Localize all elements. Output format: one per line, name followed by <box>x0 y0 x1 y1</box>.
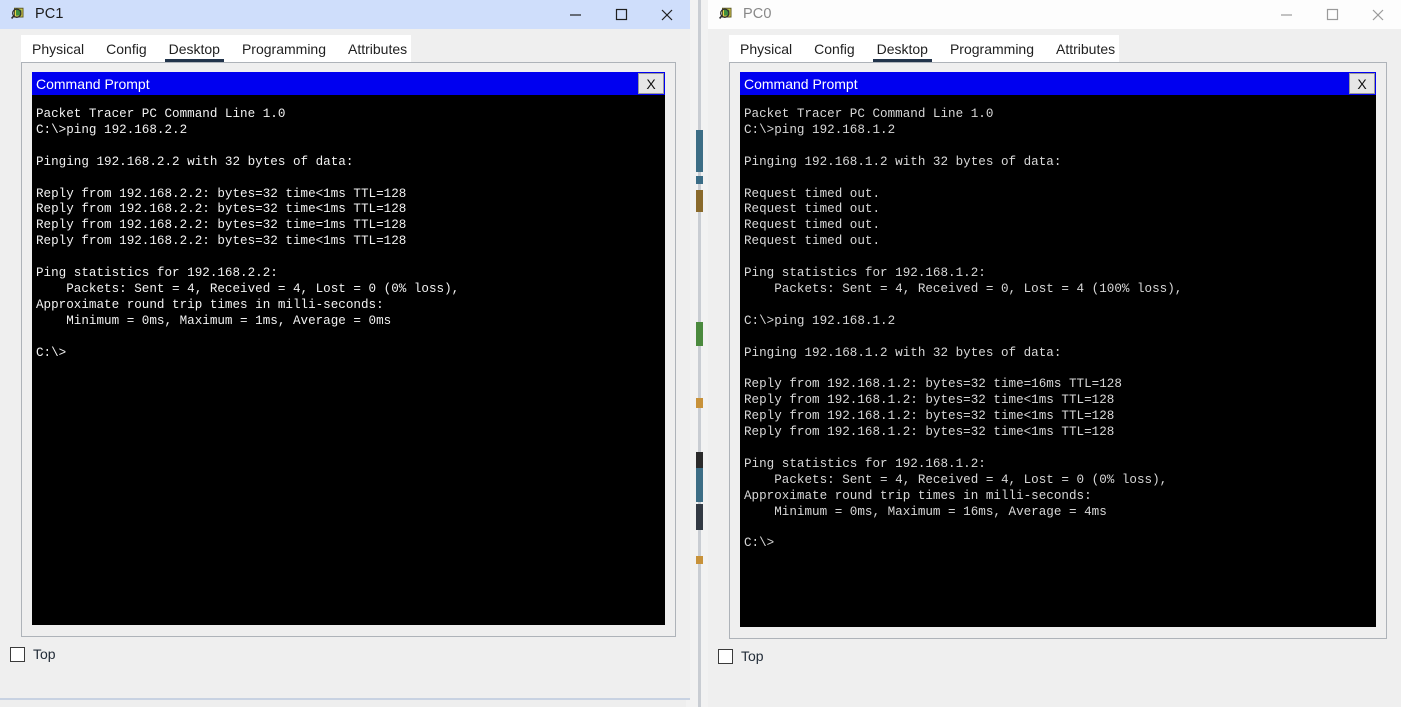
titlebar-pc0[interactable]: PC0 <box>708 0 1401 29</box>
window-title: PC0 <box>743 6 772 23</box>
minimize-button[interactable] <box>552 0 598 29</box>
tabstrip-pc0: Physical Config Desktop Programming Attr… <box>729 35 1119 62</box>
tab-physical[interactable]: Physical <box>21 35 95 62</box>
tabstrip-wrap-pc0: Physical Config Desktop Programming Attr… <box>708 29 1401 62</box>
tab-attributes[interactable]: Attributes <box>1045 35 1126 62</box>
tab-desktop[interactable]: Desktop <box>158 35 231 62</box>
command-prompt-close-button[interactable]: X <box>1349 73 1375 94</box>
top-checkbox-label: Top <box>33 646 56 662</box>
tabstrip-wrap-pc1: Physical Config Desktop Programming Attr… <box>0 29 690 62</box>
command-prompt-close-button[interactable]: X <box>638 73 664 94</box>
footer-pc1: Top <box>0 637 690 662</box>
screen: PC1 Physical Config Desktop Programming … <box>0 0 1401 707</box>
command-prompt-title: Command Prompt <box>744 75 858 92</box>
desktop-panel-pc1: Command Prompt X Packet Tracer PC Comman… <box>21 62 676 637</box>
maximize-button[interactable] <box>1309 0 1355 29</box>
window-controls <box>1263 0 1401 29</box>
tab-config[interactable]: Config <box>95 35 157 62</box>
close-button[interactable] <box>1355 0 1401 29</box>
window-controls <box>552 0 690 29</box>
packet-tracer-device-icon <box>10 6 28 24</box>
tab-programming[interactable]: Programming <box>939 35 1045 62</box>
tab-programming[interactable]: Programming <box>231 35 337 62</box>
titlebar-pc1[interactable]: PC1 <box>0 0 690 29</box>
top-checkbox[interactable] <box>718 648 733 664</box>
terminal-text: Packet Tracer PC Command Line 1.0 C:\>pi… <box>36 107 460 360</box>
terminal-output-area-pc1[interactable]: Packet Tracer PC Command Line 1.0 C:\>pi… <box>32 95 665 625</box>
top-checkbox-label: Top <box>741 648 764 664</box>
command-prompt-window-pc0: Command Prompt X Packet Tracer PC Comman… <box>740 72 1376 627</box>
command-prompt-titlebar[interactable]: Command Prompt X <box>32 72 665 95</box>
command-prompt-title: Command Prompt <box>36 75 150 92</box>
tab-physical[interactable]: Physical <box>729 35 803 62</box>
tab-desktop[interactable]: Desktop <box>866 35 939 62</box>
minimize-button[interactable] <box>1263 0 1309 29</box>
command-prompt-titlebar[interactable]: Command Prompt X <box>740 72 1376 95</box>
terminal-text: Packet Tracer PC Command Line 1.0 C:\>pi… <box>744 107 1183 551</box>
tab-config[interactable]: Config <box>803 35 865 62</box>
footer-pc0: Top <box>708 639 1401 664</box>
command-prompt-window-pc1: Command Prompt X Packet Tracer PC Comman… <box>32 72 665 625</box>
desktop-panel-pc0: Command Prompt X Packet Tracer PC Comman… <box>729 62 1387 639</box>
close-button[interactable] <box>644 0 690 29</box>
window-title: PC1 <box>35 6 64 23</box>
device-window-pc0[interactable]: PC0 Physical Config Desktop Programming … <box>708 0 1401 707</box>
tab-attributes[interactable]: Attributes <box>337 35 418 62</box>
device-window-pc1[interactable]: PC1 Physical Config Desktop Programming … <box>0 0 690 700</box>
maximize-button[interactable] <box>598 0 644 29</box>
terminal-output-area-pc0[interactable]: Packet Tracer PC Command Line 1.0 C:\>pi… <box>740 95 1376 627</box>
top-checkbox[interactable] <box>10 646 25 662</box>
tabstrip-pc1: Physical Config Desktop Programming Attr… <box>21 35 411 62</box>
packet-tracer-device-icon <box>718 6 736 24</box>
